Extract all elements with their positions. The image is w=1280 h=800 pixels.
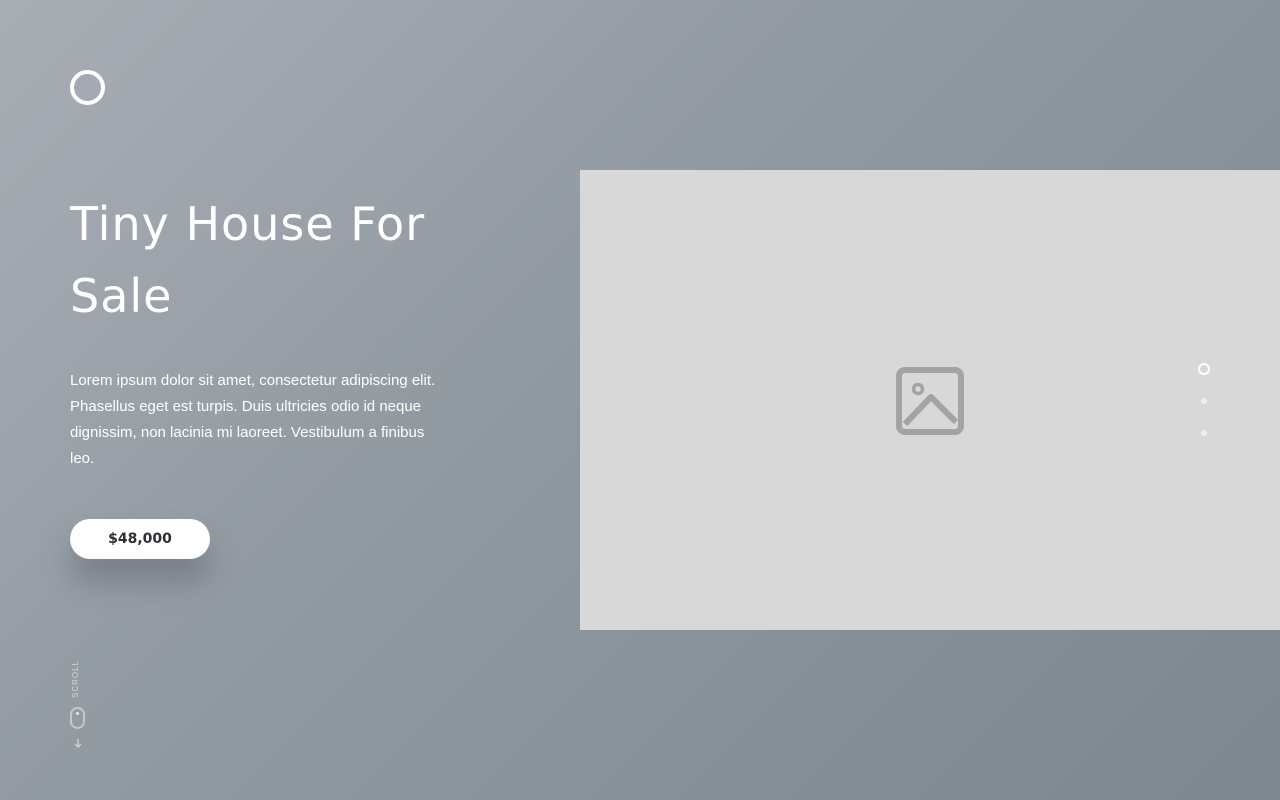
hero-description: Lorem ipsum dolor sit amet, consectetur … bbox=[70, 372, 436, 467]
arrow-down-icon bbox=[74, 739, 82, 748]
page-title: Tiny House For Sale bbox=[70, 197, 426, 323]
image-panel bbox=[580, 170, 1280, 630]
price-button[interactable]: $48,000 bbox=[70, 519, 210, 559]
slide-pager bbox=[1197, 362, 1211, 442]
pager-dot-3[interactable] bbox=[1197, 426, 1211, 440]
logo[interactable] bbox=[70, 70, 105, 105]
pager-dot-inactive bbox=[1201, 398, 1207, 404]
mouse-icon bbox=[70, 707, 85, 729]
pager-dot-active-ring bbox=[1198, 363, 1210, 375]
pager-dot-2[interactable] bbox=[1197, 394, 1211, 408]
scroll-indicator[interactable]: SCROLL bbox=[70, 652, 86, 752]
scroll-label: SCROLL bbox=[71, 659, 80, 698]
pager-dot-inactive bbox=[1201, 430, 1207, 436]
mouse-wheel bbox=[76, 712, 79, 715]
pager-dot-1[interactable] bbox=[1197, 362, 1211, 376]
image-placeholder-icon bbox=[896, 367, 964, 435]
